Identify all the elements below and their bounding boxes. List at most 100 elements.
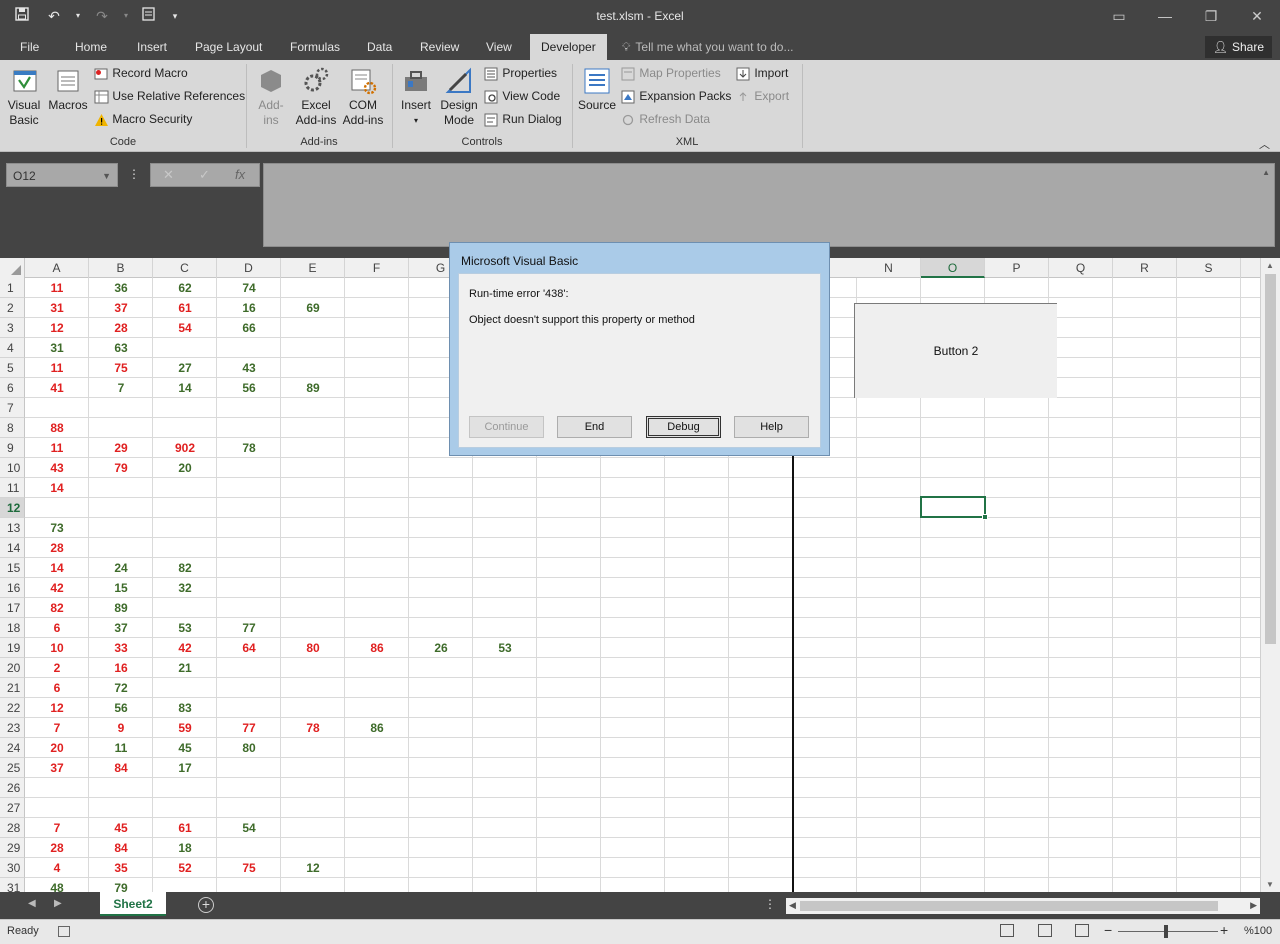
cell-C24[interactable]: 45 [153,738,217,758]
cell-C19[interactable]: 42 [153,638,217,658]
cell-C18[interactable]: 53 [153,618,217,638]
zoom-level[interactable]: %100 [1244,925,1272,937]
cell-C30[interactable]: 52 [153,858,217,878]
vertical-scrollbar[interactable]: ▲ ▼ [1260,258,1280,892]
tab-file[interactable]: File [11,34,48,60]
expand-formula-icon[interactable]: ▲ [1262,168,1270,177]
scroll-up-icon[interactable]: ▲ [1266,261,1274,270]
cell-H19[interactable]: 53 [473,638,537,658]
row-header[interactable]: 1 [0,278,25,298]
cell-A16[interactable]: 42 [25,578,89,598]
row-header[interactable]: 26 [0,778,25,798]
row-header[interactable]: 29 [0,838,25,858]
cell-A13[interactable]: 73 [25,518,89,538]
cell-D6[interactable]: 56 [217,378,281,398]
cell-B1[interactable]: 36 [89,278,153,298]
cell-D24[interactable]: 80 [217,738,281,758]
ribbon-display-icon[interactable]: ▭ [1096,0,1142,32]
active-cell[interactable] [920,496,988,520]
tab-split-icon[interactable]: ⋮ [764,897,776,911]
add-sheet-icon[interactable]: + [198,897,214,913]
page-break-view-icon[interactable] [1075,924,1089,937]
scroll-down-icon[interactable]: ▼ [1266,880,1274,889]
cell-A20[interactable]: 2 [25,658,89,678]
row-header[interactable]: 3 [0,318,25,338]
cell-E2[interactable]: 69 [281,298,345,318]
insert-control-button[interactable]: Insert ▾ [398,66,434,128]
column-header[interactable]: P [985,258,1049,278]
row-header[interactable]: 17 [0,598,25,618]
horizontal-scroll-thumb[interactable] [800,901,1218,911]
tell-me-box[interactable]: 💡︎ Tell me what you want to do... [622,34,794,60]
cell-C20[interactable]: 21 [153,658,217,678]
cell-A30[interactable]: 4 [25,858,89,878]
cell-B25[interactable]: 84 [89,758,153,778]
close-button[interactable]: ✕ [1234,0,1280,32]
cell-D1[interactable]: 74 [217,278,281,298]
cell-E19[interactable]: 80 [281,638,345,658]
relative-references-button[interactable]: Use Relative References [94,87,245,105]
cell-C3[interactable]: 54 [153,318,217,338]
tab-formulas[interactable]: Formulas [281,34,349,60]
macros-button[interactable]: Macros [47,66,89,113]
cell-B21[interactable]: 72 [89,678,153,698]
end-button[interactable]: End [557,416,632,438]
zoom-in-icon[interactable]: + [1220,922,1228,938]
button-2[interactable]: Button 2 [854,303,1057,398]
cell-A15[interactable]: 14 [25,558,89,578]
row-header[interactable]: 4 [0,338,25,358]
name-box[interactable]: O12 ▼ [6,163,118,187]
row-header[interactable]: 9 [0,438,25,458]
cell-E6[interactable]: 89 [281,378,345,398]
row-header[interactable]: 8 [0,418,25,438]
cell-C23[interactable]: 59 [153,718,217,738]
cell-B6[interactable]: 7 [89,378,153,398]
row-header[interactable]: 13 [0,518,25,538]
cell-B9[interactable]: 29 [89,438,153,458]
cell-B3[interactable]: 28 [89,318,153,338]
tab-developer[interactable]: Developer [530,34,607,60]
cell-B30[interactable]: 35 [89,858,153,878]
help-button[interactable]: Help [734,416,809,438]
row-header[interactable]: 27 [0,798,25,818]
cell-F19[interactable]: 86 [345,638,409,658]
tab-review[interactable]: Review [411,34,468,60]
cell-A6[interactable]: 41 [25,378,89,398]
zoom-slider-thumb[interactable] [1164,925,1168,938]
row-header[interactable]: 23 [0,718,25,738]
cell-C28[interactable]: 61 [153,818,217,838]
cell-A14[interactable]: 28 [25,538,89,558]
fill-handle[interactable] [982,514,988,520]
view-code-button[interactable]: View Code [484,87,560,105]
prev-sheet-icon[interactable]: ◀ [28,898,36,909]
enter-icon[interactable]: ✓ [199,164,210,186]
cell-G19[interactable]: 26 [409,638,473,658]
collapse-ribbon-icon[interactable]: ︿ [1259,136,1270,152]
insert-function-icon[interactable]: fx [235,164,245,186]
cell-B2[interactable]: 37 [89,298,153,318]
minimize-button[interactable]: — [1142,0,1188,32]
scroll-left-icon[interactable]: ◀ [789,900,796,911]
map-properties-button[interactable]: Map Properties [621,64,721,82]
select-all-button[interactable] [0,258,25,278]
column-header[interactable]: C [153,258,217,278]
cell-A8[interactable]: 88 [25,418,89,438]
row-header[interactable]: 12 [0,498,25,518]
tab-data[interactable]: Data [358,34,401,60]
column-header[interactable]: E [281,258,345,278]
column-header[interactable]: A [25,258,89,278]
cell-D28[interactable]: 54 [217,818,281,838]
cell-A31[interactable]: 48 [25,878,89,892]
row-header[interactable]: 11 [0,478,25,498]
record-macro-button[interactable]: Record Macro [94,64,188,82]
cell-B16[interactable]: 15 [89,578,153,598]
cell-A24[interactable]: 20 [25,738,89,758]
cell-B29[interactable]: 84 [89,838,153,858]
macro-recording-icon[interactable] [58,926,70,937]
cell-D2[interactable]: 16 [217,298,281,318]
expansion-packs-button[interactable]: Expansion Packs [621,87,731,105]
row-header[interactable]: 14 [0,538,25,558]
cell-A10[interactable]: 43 [25,458,89,478]
row-header[interactable]: 2 [0,298,25,318]
cell-D23[interactable]: 77 [217,718,281,738]
